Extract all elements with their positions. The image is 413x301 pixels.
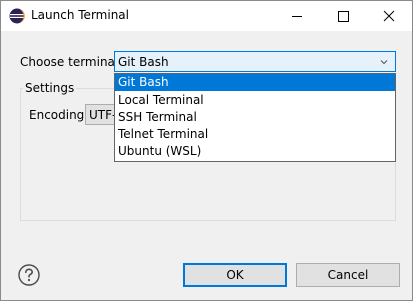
close-button[interactable] bbox=[366, 1, 412, 31]
encoding-label: Encoding: bbox=[29, 108, 89, 122]
close-icon bbox=[383, 10, 395, 22]
dropdown-option[interactable]: Ubuntu (WSL) bbox=[115, 143, 395, 160]
cancel-button[interactable]: Cancel bbox=[296, 263, 400, 287]
maximize-button[interactable] bbox=[320, 1, 366, 31]
minimize-button[interactable] bbox=[274, 1, 320, 31]
dropdown-option[interactable]: SSH Terminal bbox=[115, 109, 395, 126]
dropdown-option[interactable]: Local Terminal bbox=[115, 92, 395, 109]
ok-button[interactable]: OK bbox=[183, 263, 287, 287]
minimize-icon bbox=[292, 16, 302, 17]
launch-terminal-dialog: Launch Terminal Choose terminal: Git Bas… bbox=[0, 0, 413, 301]
dropdown-option[interactable]: Git Bash bbox=[115, 74, 395, 91]
maximize-icon bbox=[338, 11, 349, 22]
title-bar[interactable]: Launch Terminal bbox=[1, 1, 412, 31]
choose-terminal-label: Choose terminal: bbox=[20, 55, 123, 69]
terminal-combo-value: Git Bash bbox=[118, 55, 169, 69]
dropdown-option[interactable]: Telnet Terminal bbox=[115, 126, 395, 143]
window-title: Launch Terminal bbox=[31, 8, 129, 22]
chevron-down-icon bbox=[380, 60, 388, 65]
help-icon[interactable] bbox=[18, 264, 40, 286]
terminal-dropdown-list[interactable]: Git Bash Local Terminal SSH Terminal Tel… bbox=[114, 73, 396, 162]
terminal-combo[interactable]: Git Bash bbox=[114, 51, 396, 72]
settings-group-title: Settings bbox=[23, 81, 77, 95]
eclipse-icon bbox=[9, 8, 25, 24]
